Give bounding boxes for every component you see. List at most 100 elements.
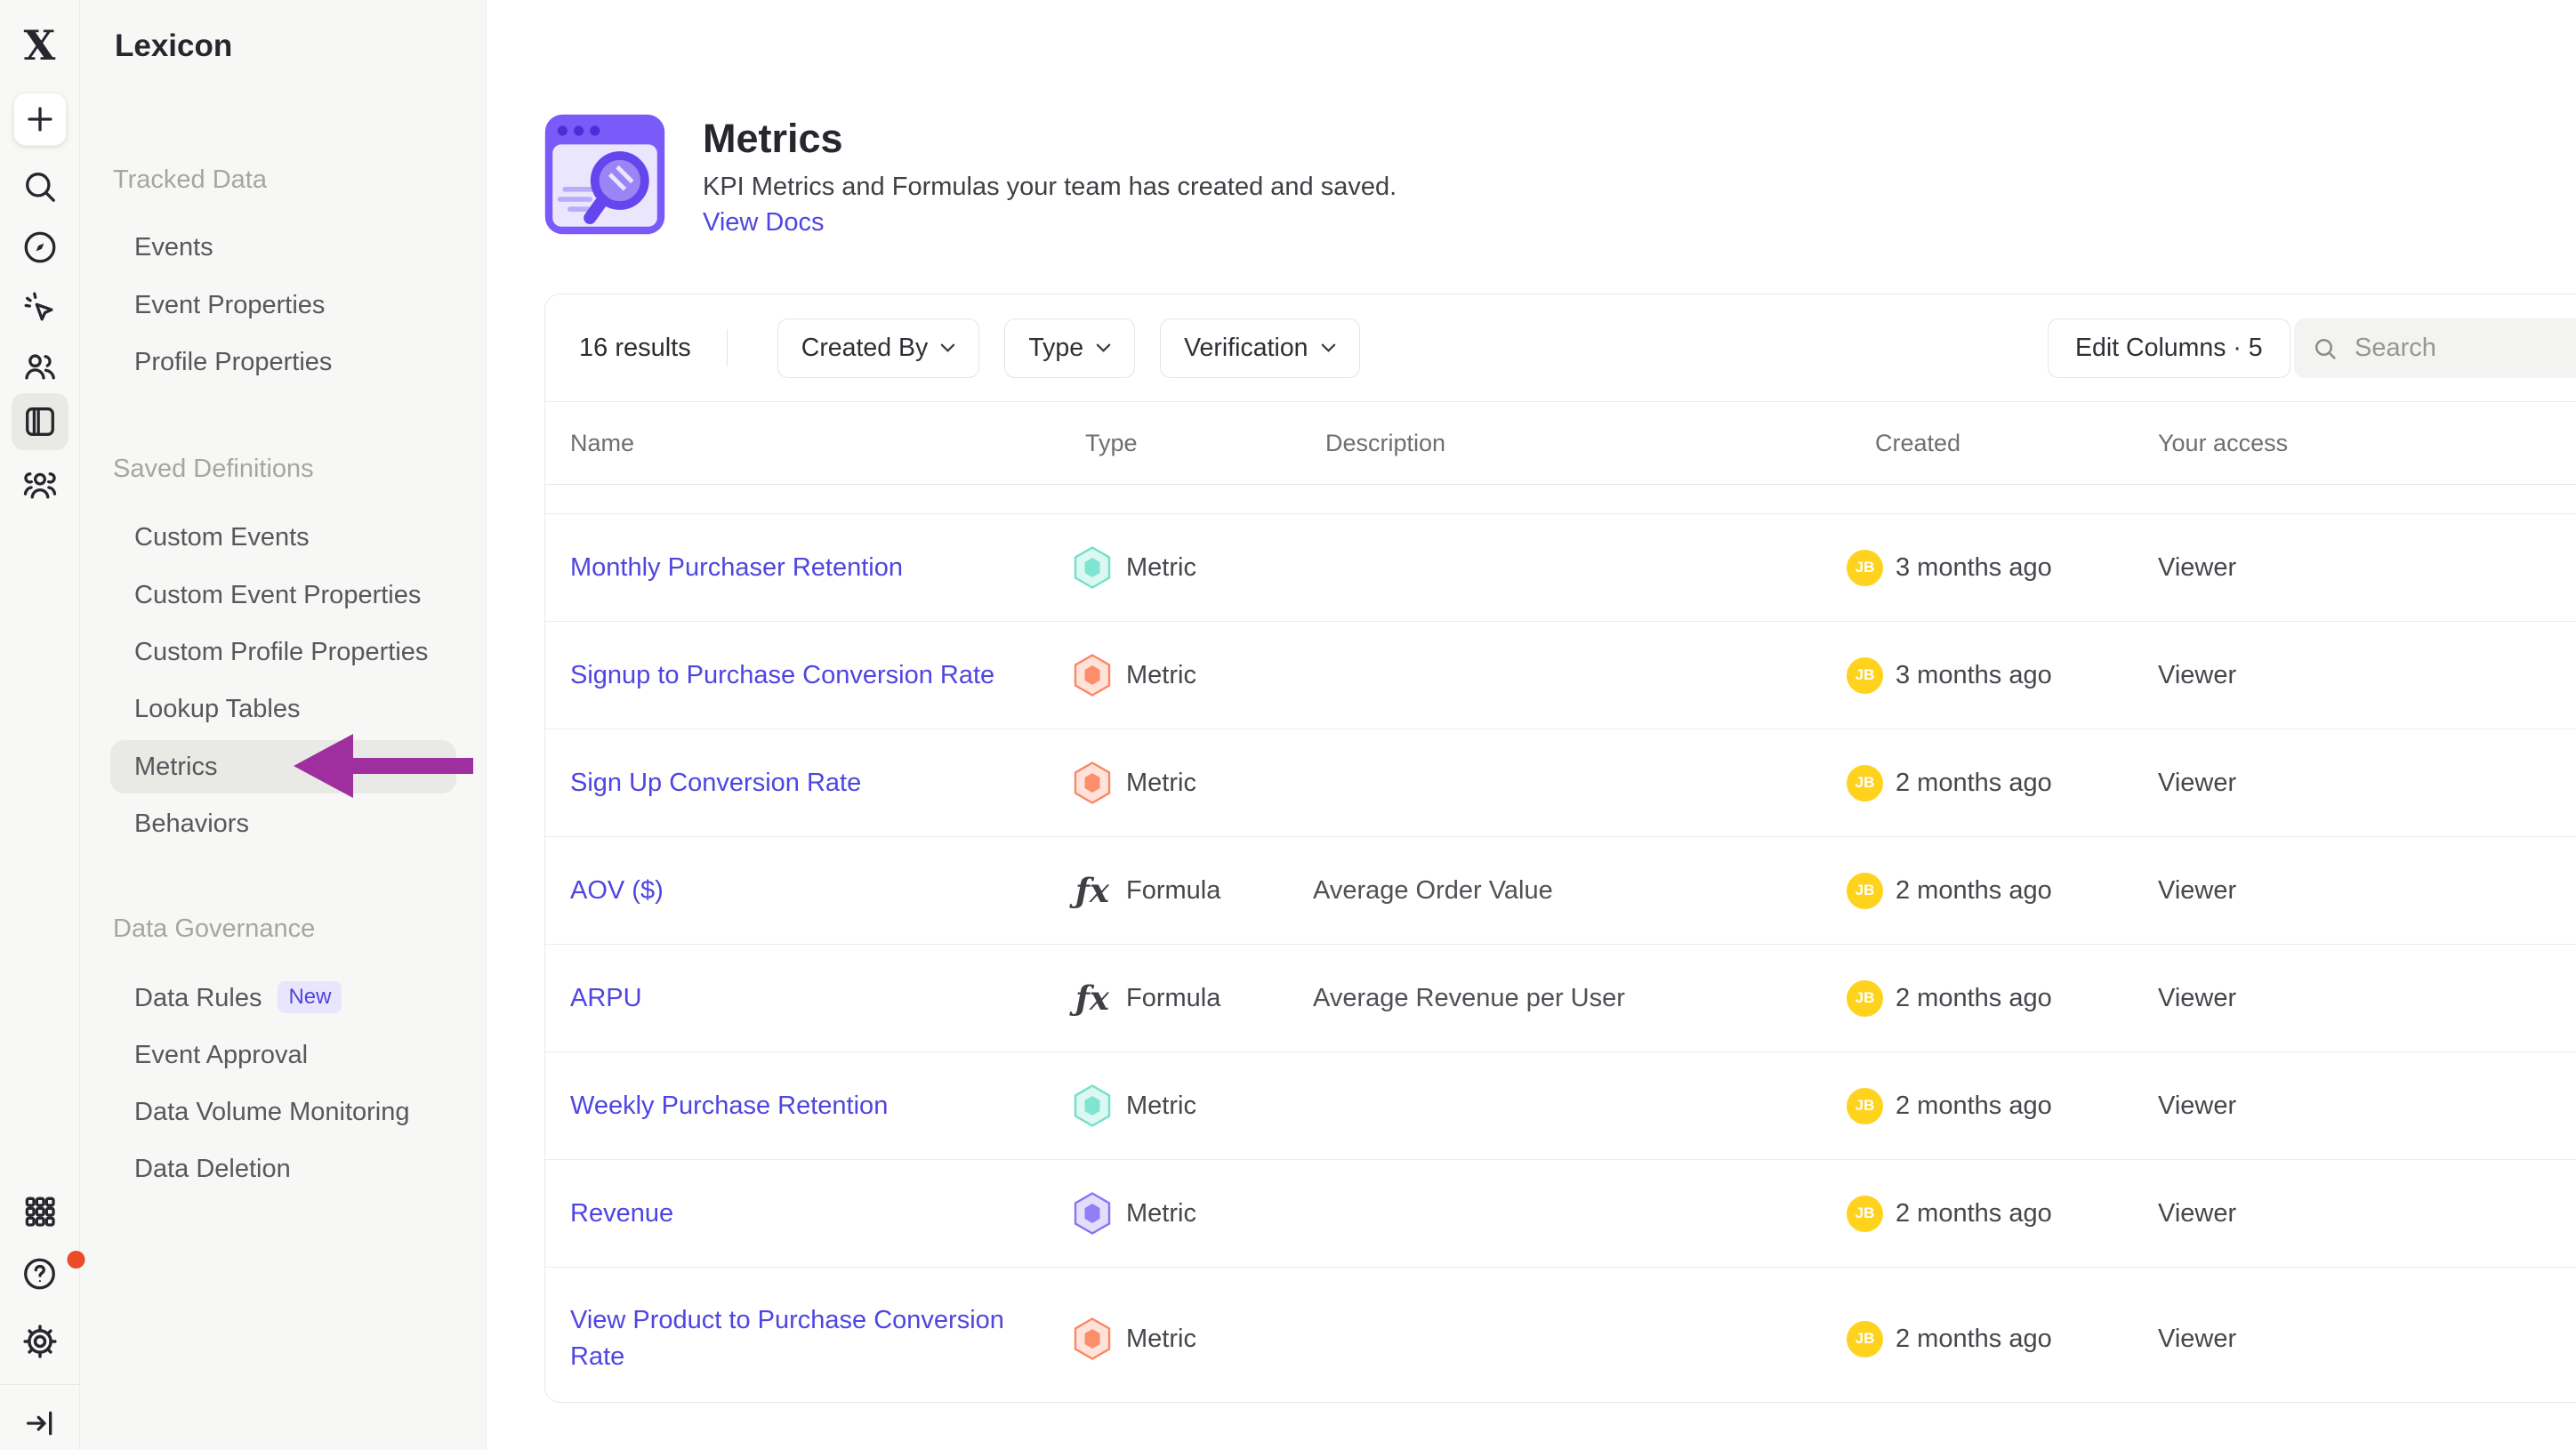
page-description: KPI Metrics and Formulas your team has c… [703,173,1397,202]
annotation-arrow [294,731,473,801]
mixpanel-logo-icon[interactable]: X [24,25,56,66]
help-icon [20,1254,60,1293]
type-label: Metric [1126,1325,1196,1354]
sidebar-item-metrics-active[interactable]: Metrics [134,747,217,786]
metric-hexagon-icon [1073,1192,1112,1235]
type-label: Formula [1126,876,1220,906]
settings-button[interactable] [20,1322,60,1361]
sidebar-item-profile-properties[interactable]: Profile Properties [134,342,332,382]
group-icon [20,466,60,505]
type-label: Metric [1126,553,1196,583]
metric-name-link[interactable]: View Product to Purchase Conversion Rate [570,1302,1051,1375]
column-header-created[interactable]: Created [1847,430,2158,457]
table-row[interactable]: Monthly Purchaser Retention Metric JB3 m… [545,514,2576,622]
metric-name-link[interactable]: Weekly Purchase Retention [570,1088,888,1124]
metric-name-link[interactable]: Sign Up Conversion Rate [570,765,861,802]
users-icon [20,347,60,386]
cohorts-nav-button[interactable] [20,466,60,505]
creator-avatar: JB [1847,873,1883,909]
formula-fx-icon: ƒx [1073,871,1112,910]
metrics-page-icon [543,112,667,237]
column-header-type[interactable]: Type [1073,430,1313,457]
column-header-name[interactable]: Name [545,430,1073,457]
lexicon-nav-button-active[interactable] [12,393,68,450]
scrolled-row-sliver [545,485,2576,514]
table-row[interactable]: View Product to Purchase Conversion Rate… [545,1268,2576,1410]
creator-avatar: JB [1847,657,1883,694]
discover-nav-button[interactable] [20,228,60,267]
type-filter[interactable]: Type [1004,318,1135,378]
apps-nav-button[interactable] [20,1192,60,1231]
metric-hexagon-icon [1073,654,1112,697]
search-input[interactable] [2353,333,2576,364]
column-header-description[interactable]: Description [1313,430,1847,457]
created-time: 2 months ago [1896,1325,2052,1354]
access-level: Viewer [2158,553,2236,582]
chevron-down-icon [940,343,955,352]
search-box[interactable] [2294,318,2576,378]
created-time: 2 months ago [1896,1199,2052,1228]
metric-hexagon-icon [1073,1084,1112,1127]
creator-avatar: JB [1847,980,1883,1017]
table-row[interactable]: AOV ($) ƒx Formula Average Order Value JB… [545,837,2576,945]
description-text: Average Revenue per User [1313,984,1625,1012]
apps-grid-icon [20,1192,60,1231]
data-rules-label: Data Rules [134,984,262,1012]
table-row[interactable]: Revenue Metric JB2 months ago Viewer [545,1160,2576,1268]
table-row[interactable]: Sign Up Conversion Rate Metric JB2 month… [545,729,2576,837]
gear-icon [20,1322,60,1361]
lexicon-sidebar: Lexicon Tracked Data Events Event Proper… [80,0,487,1450]
view-docs-link[interactable]: View Docs [703,208,824,238]
sidebar-item-behaviors[interactable]: Behaviors [134,804,249,843]
create-button[interactable] [13,93,67,146]
table-row[interactable]: Weekly Purchase Retention Metric JB2 mon… [545,1052,2576,1160]
metric-name-link[interactable]: Monthly Purchaser Retention [570,550,903,586]
page-heading: Metrics [703,116,843,162]
column-header-your-access[interactable]: Your access [2158,430,2576,457]
type-label: Metric [1126,1199,1196,1228]
help-button[interactable] [0,1254,79,1293]
page-title: Lexicon [115,28,232,64]
type-label: Metric [1126,1092,1196,1121]
metric-name-link[interactable]: Signup to Purchase Conversion Rate [570,657,994,694]
created-time: 2 months ago [1896,984,2052,1013]
sidebar-item-custom-profile-properties[interactable]: Custom Profile Properties [134,632,428,672]
app-icon-rail: X [0,0,80,1450]
search-nav-button[interactable] [20,167,60,206]
metric-name-link[interactable]: Revenue [570,1196,673,1232]
lexicon-book-icon [20,402,60,441]
sidebar-item-event-approval[interactable]: Event Approval [134,1035,308,1075]
access-level: Viewer [2158,661,2236,689]
compass-icon [20,228,60,267]
access-level: Viewer [2158,984,2236,1012]
users-nav-button[interactable] [20,347,60,386]
sidebar-item-event-properties[interactable]: Event Properties [134,286,325,325]
table-row[interactable]: Signup to Purchase Conversion Rate Metri… [545,622,2576,729]
table-body: Monthly Purchaser Retention Metric JB3 m… [545,514,2576,1410]
chevron-down-icon [1321,343,1336,352]
sidebar-item-custom-event-properties[interactable]: Custom Event Properties [134,576,421,615]
created-by-filter[interactable]: Created By [777,318,980,378]
metrics-table-card: 16 results Created By Type Verification … [544,294,2576,1403]
table-row[interactable]: ARPU ƒxFormula Average Revenue per User … [545,945,2576,1052]
created-time: 2 months ago [1896,1092,2052,1121]
metric-name-link[interactable]: AOV ($) [570,873,664,909]
activity-nav-button[interactable] [20,288,60,327]
description-text: Average Order Value [1313,876,1553,905]
metric-name-link[interactable]: ARPU [570,980,642,1017]
sidebar-item-data-volume-monitoring[interactable]: Data Volume Monitoring [134,1092,410,1132]
sidebar-item-data-deletion[interactable]: Data Deletion [134,1149,291,1188]
plus-icon [20,100,60,139]
edit-columns-button[interactable]: Edit Columns · 5 [2048,318,2290,378]
sidebar-item-lookup-tables[interactable]: Lookup Tables [134,689,301,729]
sidebar-item-data-rules[interactable]: Data RulesNew [134,979,342,1018]
sign-in-arrow-icon [22,1406,58,1441]
verification-filter[interactable]: Verification [1160,318,1359,378]
sidebar-item-custom-events[interactable]: Custom Events [134,518,310,557]
section-data-governance: Data Governance [113,909,315,948]
type-label: Formula [1126,984,1220,1013]
collapse-sidebar-button[interactable] [22,1406,58,1441]
access-level: Viewer [2158,876,2236,905]
type-filter-label: Type [1028,334,1083,363]
sidebar-item-events[interactable]: Events [134,228,213,267]
